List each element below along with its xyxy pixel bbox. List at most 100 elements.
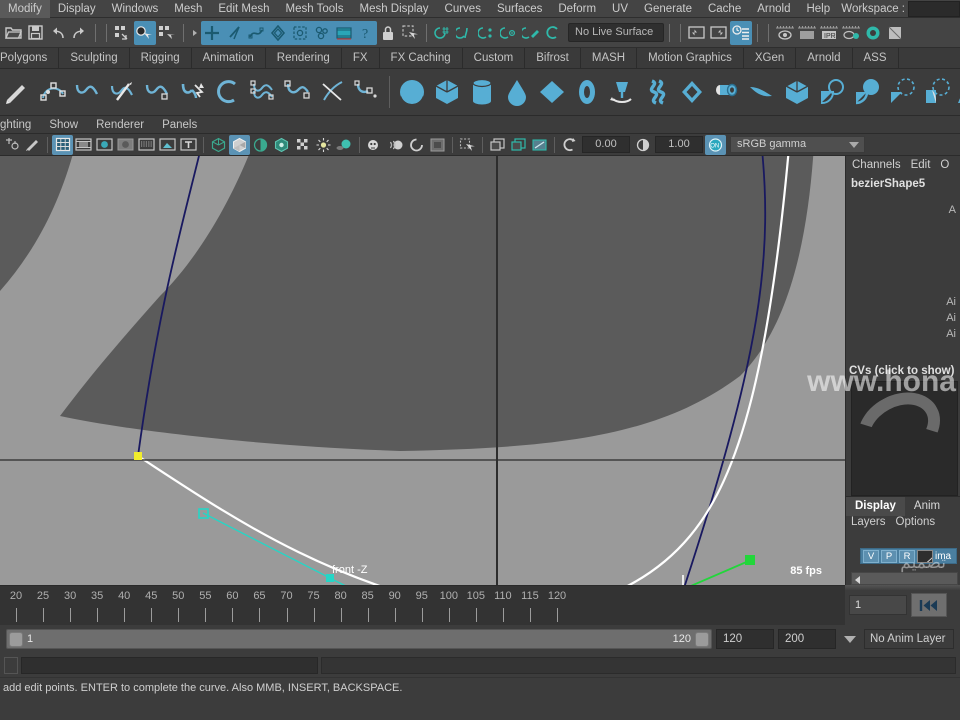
pyramid-icon[interactable] bbox=[604, 72, 639, 112]
channelbox-menu-channels[interactable]: Channels bbox=[852, 159, 901, 171]
panel-menu-show[interactable]: Show bbox=[40, 116, 87, 134]
menu-help[interactable]: Help bbox=[798, 0, 838, 18]
shade-wireframe-icon[interactable] bbox=[250, 135, 271, 155]
shelf-tab-arnold[interactable]: Arnold bbox=[796, 48, 853, 68]
workspace-selector[interactable] bbox=[908, 1, 960, 17]
cone-icon[interactable] bbox=[499, 72, 534, 112]
playback-end-field[interactable]: 120 bbox=[716, 629, 774, 649]
expand-arrow-icon[interactable] bbox=[193, 29, 197, 36]
save-scene-icon[interactable] bbox=[24, 21, 46, 45]
checker-icon[interactable] bbox=[292, 135, 313, 155]
menu-edit-mesh[interactable]: Edit Mesh bbox=[210, 0, 277, 18]
make-live-icon[interactable] bbox=[542, 21, 564, 45]
pipe-icon[interactable] bbox=[709, 72, 744, 112]
layer-menu-options[interactable]: Options bbox=[896, 516, 936, 534]
screen-space-ao-icon[interactable] bbox=[364, 135, 385, 155]
select-tool-icon[interactable] bbox=[1, 135, 22, 155]
select-by-object-type-icon[interactable] bbox=[134, 20, 156, 45]
layer-list-item[interactable]: V P R ima bbox=[860, 548, 957, 564]
live-surface-field[interactable]: No Live Surface bbox=[568, 23, 664, 42]
anim-layer-selector[interactable]: No Anim Layer bbox=[864, 629, 954, 649]
menu-generate[interactable]: Generate bbox=[636, 0, 700, 18]
gamma-value-field[interactable]: 1.00 bbox=[655, 136, 703, 153]
shelf-tab-rendering[interactable]: Rendering bbox=[266, 48, 342, 68]
range-end-group[interactable]: 120 bbox=[673, 631, 709, 647]
cylinder-icon[interactable] bbox=[464, 72, 499, 112]
layer-visibility-toggle[interactable]: V bbox=[863, 549, 879, 563]
planar-icon[interactable] bbox=[919, 72, 954, 112]
menu-surfaces[interactable]: Surfaces bbox=[489, 0, 550, 18]
redo-icon[interactable] bbox=[68, 21, 90, 45]
gate-mask-icon[interactable] bbox=[115, 135, 136, 155]
shelf-tab-sculpting[interactable]: Sculpting bbox=[59, 48, 130, 68]
bend-deformer-icon[interactable] bbox=[744, 72, 779, 112]
multisample-icon[interactable] bbox=[406, 135, 427, 155]
exposure-value-field[interactable]: 0.00 bbox=[582, 136, 630, 153]
menu-cache[interactable]: Cache bbox=[700, 0, 749, 18]
mask-misc-icon[interactable]: ? bbox=[355, 21, 377, 45]
curve-direction-icon[interactable] bbox=[175, 72, 210, 112]
menu-modify[interactable]: Modify bbox=[0, 0, 50, 18]
shelf-tab-ass[interactable]: ASS bbox=[853, 48, 899, 68]
menu-display[interactable]: Display bbox=[50, 0, 104, 18]
render-sequence-icon[interactable] bbox=[796, 21, 818, 45]
use-all-lights-icon[interactable] bbox=[313, 135, 334, 155]
ep-curve-icon[interactable] bbox=[35, 72, 70, 112]
camera-attributes-icon[interactable] bbox=[529, 135, 550, 155]
layer-color-swatch[interactable] bbox=[917, 549, 933, 563]
smooth-shade-icon[interactable] bbox=[229, 134, 250, 155]
depth-of-field-icon[interactable] bbox=[427, 135, 448, 155]
menu-uv[interactable]: UV bbox=[604, 0, 636, 18]
animation-end-field[interactable]: 200 bbox=[778, 629, 836, 649]
render-view-icon[interactable] bbox=[774, 21, 796, 45]
channelbox-cvs-toggle[interactable]: CVs (click to show) bbox=[849, 365, 954, 377]
select-by-hierarchy-icon[interactable] bbox=[112, 21, 134, 45]
channelbox-menu-edit[interactable]: Edit bbox=[911, 159, 931, 171]
film-gate-icon[interactable] bbox=[73, 135, 94, 155]
select-by-component-type-icon[interactable] bbox=[156, 21, 178, 45]
xray-icon[interactable] bbox=[157, 135, 178, 155]
shelf-tab-fx[interactable]: FX bbox=[342, 48, 380, 68]
channelbox-attr-row[interactable]: Ai bbox=[946, 328, 956, 340]
mask-parm-points-icon[interactable] bbox=[245, 21, 267, 45]
paint-tool-icon[interactable] bbox=[22, 135, 43, 155]
panel-menu-lighting[interactable]: ghting bbox=[0, 116, 40, 134]
undo-icon[interactable] bbox=[46, 21, 68, 45]
panel-menu-panels[interactable]: Panels bbox=[153, 116, 206, 134]
mask-lattice-icon[interactable] bbox=[267, 21, 289, 45]
show-sidebar-right-icon[interactable] bbox=[708, 21, 730, 45]
extrude-icon[interactable] bbox=[954, 72, 960, 112]
contrast-icon[interactable] bbox=[632, 135, 653, 155]
exposure-icon[interactable] bbox=[559, 135, 580, 155]
pencil-curve-icon[interactable] bbox=[0, 72, 35, 112]
arc-tool-icon[interactable] bbox=[210, 72, 245, 112]
snap-to-view-plane-icon[interactable] bbox=[520, 21, 542, 45]
resolution-gate-icon[interactable] bbox=[94, 135, 115, 155]
mask-points-icon[interactable] bbox=[223, 21, 245, 45]
range-start-handle[interactable] bbox=[9, 631, 23, 647]
torus-icon[interactable] bbox=[569, 72, 604, 112]
cv-curve-icon[interactable] bbox=[315, 72, 350, 112]
boolean-cube-icon[interactable] bbox=[779, 72, 814, 112]
snap-to-curve-icon[interactable] bbox=[454, 21, 476, 45]
range-start-group[interactable]: 1 bbox=[9, 631, 33, 647]
shelf-tab-mash[interactable]: MASH bbox=[581, 48, 638, 68]
shelf-tab-custom[interactable]: Custom bbox=[463, 48, 526, 68]
channelbox-menu-object[interactable]: O bbox=[940, 159, 949, 171]
open-scene-icon[interactable] bbox=[2, 21, 24, 45]
layer-menu-layers[interactable]: Layers bbox=[851, 516, 886, 534]
shelf-tab-rigging[interactable]: Rigging bbox=[130, 48, 192, 68]
grease-pencil-icon[interactable] bbox=[487, 135, 508, 155]
command-input-field[interactable] bbox=[21, 656, 318, 674]
render-view-window-icon[interactable] bbox=[884, 21, 906, 45]
panel-menu-renderer[interactable]: Renderer bbox=[87, 116, 153, 134]
tab-anim-layers[interactable]: Anim bbox=[905, 497, 949, 516]
channelbox-attr-row[interactable]: A bbox=[949, 204, 956, 216]
ipr-render-icon[interactable]: IPR bbox=[818, 21, 840, 45]
go-to-start-button[interactable] bbox=[911, 593, 947, 617]
range-slider[interactable]: 1 120 bbox=[6, 629, 712, 649]
shelf-tab-xgen[interactable]: XGen bbox=[744, 48, 797, 68]
helix-icon[interactable] bbox=[639, 72, 674, 112]
render-settings-icon[interactable] bbox=[840, 21, 862, 45]
attach-curve-icon[interactable] bbox=[280, 72, 315, 112]
